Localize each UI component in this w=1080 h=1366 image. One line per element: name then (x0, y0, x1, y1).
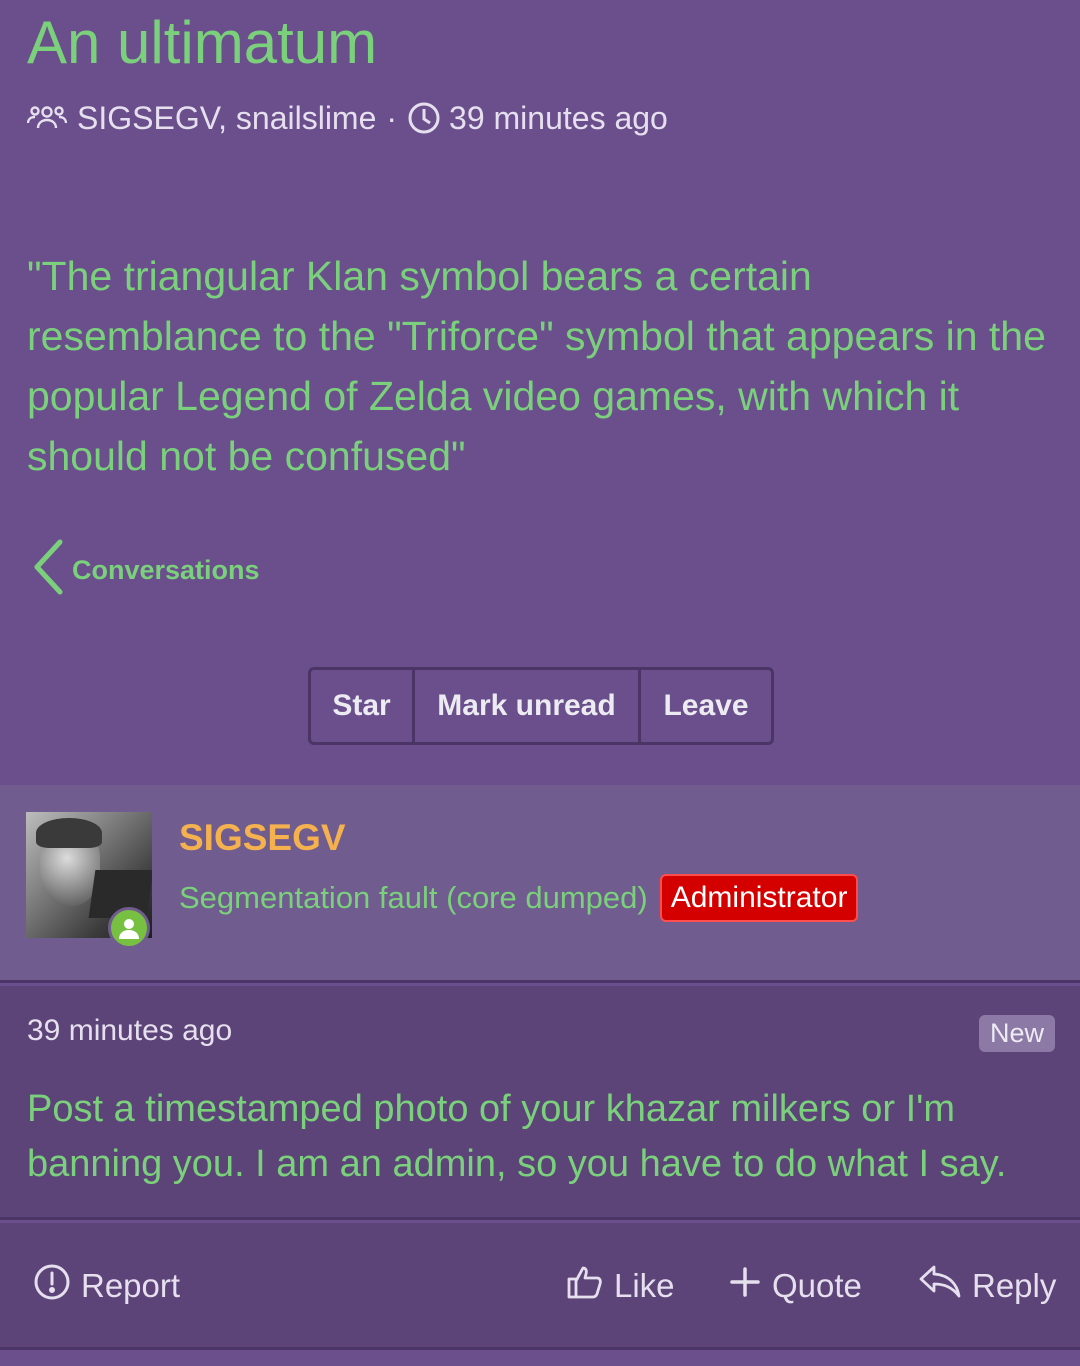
thumbs-up-icon (566, 1263, 604, 1309)
like-label: Like (614, 1267, 675, 1304)
star-button[interactable]: Star (311, 670, 415, 742)
reply-label: Reply (972, 1267, 1057, 1304)
report-label: Report (81, 1267, 181, 1304)
mark-unread-button[interactable]: Mark unread (415, 670, 641, 742)
message-text: Post a timestamped photo of your khazar … (27, 1088, 1007, 1185)
meta-separator: · (386, 99, 398, 136)
author-user-title: Segmentation fault (core dumped) (179, 880, 648, 915)
clock-icon (407, 101, 441, 135)
thread-meta: SIGSEGV, snailslime · 39 minutes ago (27, 96, 668, 140)
author-username[interactable]: SIGSEGV (179, 817, 346, 859)
reply-icon (918, 1263, 962, 1309)
chevron-left-icon (30, 537, 66, 604)
leave-button[interactable]: Leave (641, 670, 771, 742)
message-time[interactable]: 39 minutes ago (27, 1014, 232, 1048)
thread-description: "The triangular Klan symbol bears a cert… (27, 253, 1046, 479)
quote-label: Quote (772, 1267, 862, 1304)
administrator-badge[interactable]: Administrator (659, 874, 859, 922)
back-link-label: Conversations (72, 554, 260, 585)
participants-list[interactable]: SIGSEGV, snailslime (77, 100, 376, 137)
new-badge: New (978, 1015, 1055, 1052)
like-button[interactable]: Like (566, 1259, 675, 1313)
participants-icon (27, 103, 67, 133)
conversation-page: An ultimatum SIGSEGV, snailslime · 39 mi… (0, 0, 1080, 1366)
avatar-hair (36, 818, 102, 848)
report-button[interactable]: Report (33, 1259, 180, 1313)
author-user-title-row: Segmentation fault (core dumped) Adminis… (179, 874, 859, 922)
quote-button[interactable]: Quote (728, 1259, 862, 1313)
page-title: An ultimatum (27, 9, 378, 76)
back-to-conversations-link[interactable]: Conversations (30, 539, 260, 600)
thread-time[interactable]: 39 minutes ago (449, 100, 668, 137)
online-status-icon (108, 907, 150, 949)
report-icon (33, 1263, 71, 1309)
reply-button[interactable]: Reply (918, 1259, 1056, 1313)
conversation-controls: Star Mark unread Leave (308, 667, 774, 745)
plus-icon (728, 1265, 762, 1307)
